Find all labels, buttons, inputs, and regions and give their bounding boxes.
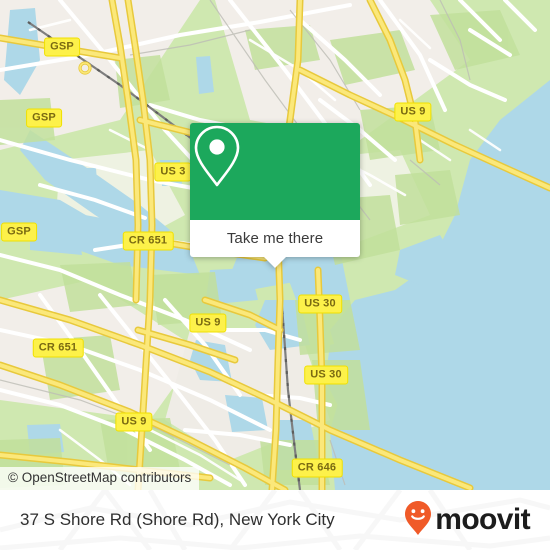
map-canvas[interactable]: GSP GSP GSP US 9 US 3 CR 651 US 30 US 9 … xyxy=(0,0,550,490)
take-me-there-label: Take me there xyxy=(226,230,324,247)
address-label: 37 S Shore Rd (Shore Rd), New York City xyxy=(20,510,335,529)
road-shield-us30-1: US 30 xyxy=(298,294,342,314)
footer-bar: 37 S Shore Rd (Shore Rd), New York City … xyxy=(0,490,550,550)
moovit-map-widget: GSP GSP GSP US 9 US 3 CR 651 US 30 US 9 … xyxy=(0,0,550,550)
road-shield-cr651-1: CR 651 xyxy=(122,231,174,251)
road-shield-us30-hidden: US 3 xyxy=(154,162,192,182)
road-shield-cr646-1: CR 646 xyxy=(291,458,343,478)
road-shield-gsp-3: GSP xyxy=(1,222,37,242)
road-shield-us9-2: US 9 xyxy=(189,313,227,333)
popup-action-bar[interactable]: Take me there xyxy=(190,220,360,268)
road-shield-us9-1: US 9 xyxy=(394,102,432,122)
road-shield-gsp-2: GSP xyxy=(26,108,62,128)
road-shield-cr651-2: CR 651 xyxy=(32,338,84,358)
moovit-pin-smiley-icon xyxy=(403,500,433,541)
popup-header xyxy=(190,123,360,220)
osm-attribution[interactable]: © OpenStreetMap contributors xyxy=(0,467,200,490)
popup-pointer-tip xyxy=(264,257,286,268)
moovit-logo[interactable]: moovit xyxy=(403,500,531,541)
road-shield-us30-2: US 30 xyxy=(304,365,348,385)
road-shield-us9-3: US 9 xyxy=(115,412,153,432)
road-shield-gsp-1: GSP xyxy=(44,37,80,57)
moovit-wordmark: moovit xyxy=(435,503,530,536)
location-popup-card[interactable]: Take me there xyxy=(190,123,360,268)
